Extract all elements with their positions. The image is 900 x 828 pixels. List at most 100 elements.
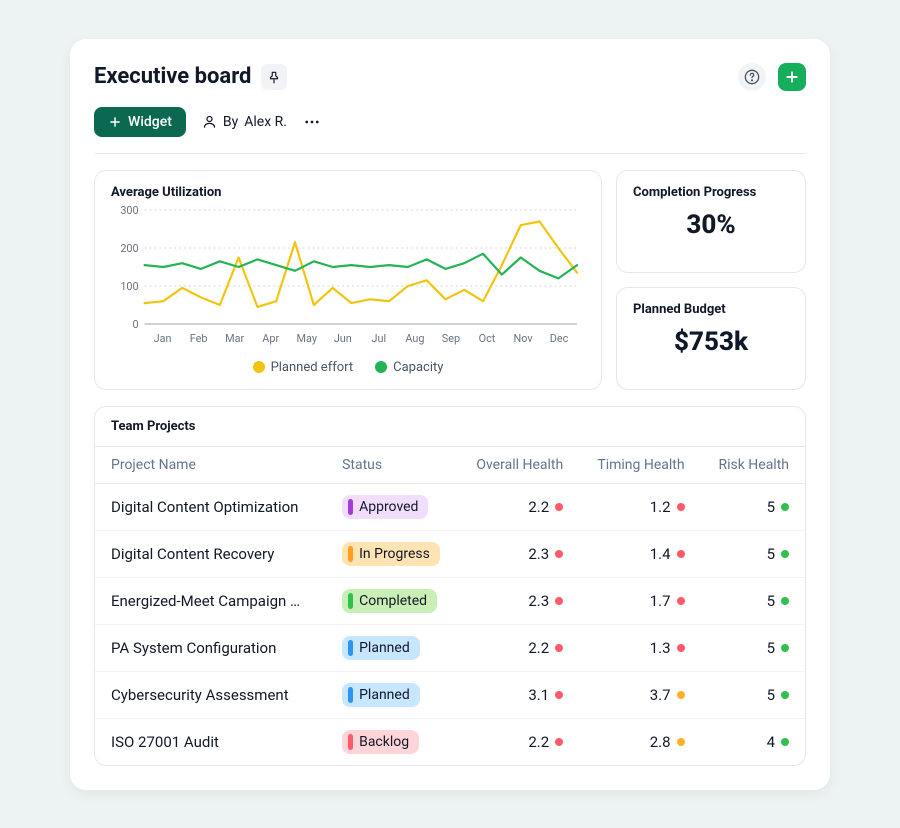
kpi-title: Planned Budget (633, 302, 789, 317)
col-header-overall[interactable]: Overall Health (458, 446, 579, 483)
table-title: Team Projects (95, 407, 805, 446)
col-header-name[interactable]: Project Name (95, 446, 326, 483)
projects-table-panel: Team Projects Project Name Status Overal… (94, 406, 806, 766)
add-button[interactable] (778, 63, 806, 91)
kpi-value: $753k (633, 327, 789, 357)
health-value: 2.2 (528, 498, 549, 516)
kpi-title: Completion Progress (633, 185, 789, 200)
chart-title: Average Utilization (111, 185, 585, 200)
table-row[interactable]: Digital Content Recovery In Progress 2.3 1.… (95, 530, 805, 577)
health-dot-icon (677, 503, 685, 511)
help-button[interactable] (738, 63, 766, 91)
col-header-timing[interactable]: Timing Health (579, 446, 700, 483)
svg-text:Dec: Dec (550, 331, 569, 344)
health-value: 1.2 (650, 498, 671, 516)
status-label: In Progress (359, 546, 430, 562)
dashboard-card: Executive board Widget By Alex R. (70, 39, 830, 790)
svg-text:Aug: Aug (405, 331, 424, 344)
status-bar-icon (348, 593, 353, 609)
health-value: 2.3 (528, 592, 549, 610)
health-value: 3.1 (528, 686, 549, 704)
status-pill: Completed (342, 589, 437, 613)
health-value: 5 (767, 498, 775, 516)
line-chart: 0100200300JanFebMarAprMayJunJulAugSepOct… (111, 200, 585, 350)
cell-risk-health: 5 (701, 577, 805, 624)
health-dot-icon (781, 550, 789, 558)
cell-status: In Progress (326, 530, 458, 577)
author-prefix: By (223, 114, 238, 130)
svg-text:Sep: Sep (442, 331, 460, 344)
health-value: 4 (767, 733, 775, 751)
cell-overall-health: 2.2 (458, 718, 579, 765)
table-row[interactable]: PA System ConfigurationPlanned2.21.35 (95, 624, 805, 671)
table-row[interactable]: Cybersecurity AssessmentPlanned3.13.75 (95, 671, 805, 718)
svg-text:Feb: Feb (190, 331, 208, 344)
add-widget-label: Widget (128, 114, 172, 130)
cell-overall-health: 2.3 (458, 530, 579, 577)
title-group: Executive board (94, 64, 287, 90)
health-value: 2.2 (528, 733, 549, 751)
status-label: Backlog (359, 734, 409, 750)
health-dot-icon (781, 503, 789, 511)
svg-text:Apr: Apr (262, 331, 279, 344)
more-button[interactable] (303, 113, 321, 131)
cell-overall-health: 2.2 (458, 483, 579, 530)
status-bar-icon (348, 734, 353, 750)
cell-status: Approved (326, 483, 458, 530)
cell-status: Backlog (326, 718, 458, 765)
cell-project-name: PA System Configuration (95, 624, 326, 671)
table-row[interactable]: Energized-Meet Campaign LaunchCompleted2… (95, 577, 805, 624)
chart-legend: Planned effort Capacity (111, 360, 585, 375)
health-dot-icon (555, 644, 563, 652)
cell-status: Completed (326, 577, 458, 624)
cell-status: Planned (326, 671, 458, 718)
header: Executive board (94, 63, 806, 91)
cell-timing-health: 1.2 (579, 483, 700, 530)
health-dot-icon (555, 503, 563, 511)
cell-timing-health: 1.7 (579, 577, 700, 624)
cell-project-name: Digital Content Recovery (95, 530, 326, 577)
cell-project-name: Cybersecurity Assessment (95, 671, 326, 718)
page-title: Executive board (94, 64, 251, 89)
cell-timing-health: 1.4 (579, 530, 700, 577)
col-header-risk[interactable]: Risk Health (701, 446, 805, 483)
status-label: Planned (359, 687, 410, 703)
add-widget-button[interactable]: Widget (94, 107, 186, 137)
status-pill: Planned (342, 683, 420, 707)
health-dot-icon (677, 644, 685, 652)
health-dot-icon (555, 738, 563, 746)
svg-text:100: 100 (120, 279, 138, 292)
svg-text:0: 0 (133, 317, 139, 330)
cell-project-name: Digital Content Optimization (95, 483, 326, 530)
svg-text:Nov: Nov (513, 331, 533, 344)
health-dot-icon (677, 738, 685, 746)
kpi-value: 30% (633, 210, 789, 240)
health-value: 5 (767, 592, 775, 610)
cell-risk-health: 5 (701, 624, 805, 671)
plus-icon (784, 69, 800, 85)
cell-timing-health: 1.3 (579, 624, 700, 671)
health-dot-icon (781, 597, 789, 605)
author-name: Alex R. (244, 114, 287, 130)
cell-risk-health: 5 (701, 671, 805, 718)
table-row[interactable]: ISO 27001 AuditBacklog2.22.84 (95, 718, 805, 765)
health-value: 1.4 (650, 545, 671, 563)
legend-dot-icon (253, 361, 265, 373)
health-value: 1.3 (650, 639, 671, 657)
health-value: 5 (767, 686, 775, 704)
pin-button[interactable] (261, 64, 287, 90)
table-row[interactable]: Digital Content Optimization Approved 2.2 1… (95, 483, 805, 530)
health-value: 2.3 (528, 545, 549, 563)
author-chip[interactable]: By Alex R. (202, 114, 287, 130)
health-dot-icon (781, 738, 789, 746)
health-value: 2.2 (528, 639, 549, 657)
svg-text:Jan: Jan (154, 331, 172, 344)
health-value: 1.7 (650, 592, 671, 610)
health-value: 2.8 (650, 733, 671, 751)
legend-label: Capacity (393, 360, 443, 375)
health-dot-icon (555, 597, 563, 605)
health-value: 5 (767, 639, 775, 657)
svg-text:Jul: Jul (372, 331, 387, 344)
col-header-status[interactable]: Status (326, 446, 458, 483)
status-label: Approved (359, 499, 418, 515)
